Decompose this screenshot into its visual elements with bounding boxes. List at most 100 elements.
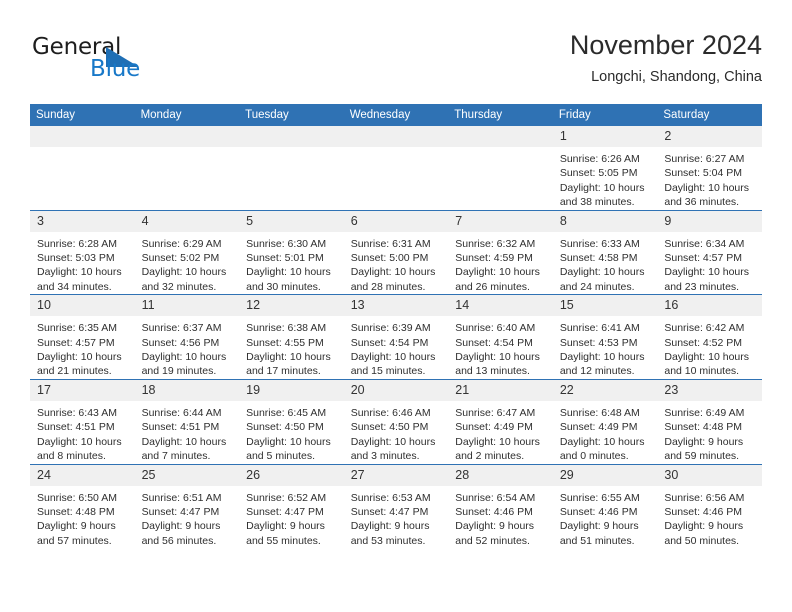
day-number: 25 (134, 464, 240, 486)
day-number: 12 (239, 295, 344, 317)
calendar-day-cell[interactable]: 29 Sunrise: 6:55 AM Sunset: 4:46 PM Dayligh… (552, 463, 658, 549)
sunset-text: Sunset: 4:49 PM (455, 421, 533, 434)
calendar-day-cell[interactable]: 26 Sunrise: 6:52 AM Sunset: 4:47 PM Dayligh… (239, 463, 344, 549)
daylight-text: Daylight: 10 hours and 28 minutes. (350, 266, 436, 293)
daylight-text: Daylight: 10 hours and 15 minutes. (350, 351, 436, 378)
calendar-day-cell[interactable]: 10 Sunrise: 6:35 AM Sunset: 4:57 PM Dayligh… (30, 294, 135, 380)
daylight-text: Daylight: 10 hours and 34 minutes. (37, 266, 122, 293)
calendar-day-cell[interactable]: 11 Sunrise: 6:37 AM Sunset: 4:56 PM Dayligh… (134, 294, 240, 380)
calendar-day-cell[interactable]: 6 Sunrise: 6:31 AM Sunset: 5:00 PM Daylight… (343, 209, 449, 295)
sunrise-text: Sunrise: 6:54 AM (455, 491, 536, 504)
calendar-day-cell[interactable]: 19 Sunrise: 6:45 AM Sunset: 4:50 PM Dayligh… (239, 378, 344, 464)
calendar-day-cell[interactable]: 21 Sunrise: 6:47 AM Sunset: 4:49 PM Dayligh… (448, 378, 553, 464)
daylight-text: Daylight: 10 hours and 8 minutes. (37, 435, 122, 463)
sunset-text: Sunset: 5:03 PM (37, 252, 115, 265)
weekday-header-monday: Monday (134, 104, 240, 126)
daylight-text: Daylight: 10 hours and 19 minutes. (141, 351, 227, 378)
calendar-day-cell[interactable]: 13 Sunrise: 6:39 AM Sunset: 4:54 PM Dayligh… (343, 294, 449, 380)
calendar-day-cell[interactable]: 15 Sunrise: 6:41 AM Sunset: 4:53 PM Dayligh… (552, 294, 658, 380)
calendar-day-cell[interactable]: 8 Sunrise: 6:33 AM Sunset: 4:58 PM Daylight… (552, 209, 658, 295)
day-number: 22 (552, 379, 658, 401)
day-details: Sunrise: 6:43 AM Sunset: 4:51 PM Daylight:… (30, 401, 135, 464)
day-details: Sunrise: 6:46 AM Sunset: 4:50 PM Daylight:… (344, 401, 449, 464)
sunrise-text: Sunrise: 6:52 AM (246, 491, 327, 504)
calendar-day-cell[interactable]: 22 Sunrise: 6:48 AM Sunset: 4:49 PM Dayligh… (552, 378, 658, 464)
day-number: 18 (134, 379, 240, 401)
calendar-day-cell[interactable]: 9 Sunrise: 6:34 AM Sunset: 4:57 PM Daylight… (657, 209, 762, 295)
sunrise-text: Sunrise: 6:35 AM (37, 322, 117, 335)
calendar-day-cell[interactable]: 1 Sunrise: 6:26 AM Sunset: 5:05 PM Daylight… (552, 126, 658, 210)
calendar-day-cell[interactable]: 25 Sunrise: 6:51 AM Sunset: 4:47 PM Dayligh… (134, 463, 240, 549)
calendar-week-row: 3 Sunrise: 6:28 AM Sunset: 5:03 PM Daylight… (30, 209, 762, 295)
sunset-text: Sunset: 4:47 PM (350, 505, 429, 518)
calendar-day-cell-empty (343, 126, 449, 210)
calendar-day-cell[interactable]: 3 Sunrise: 6:28 AM Sunset: 5:03 PM Daylight… (30, 209, 135, 295)
daylight-text: Daylight: 10 hours and 2 minutes. (455, 435, 540, 463)
day-number: 3 (30, 210, 135, 232)
sunset-text: Sunset: 5:05 PM (559, 167, 638, 180)
sunrise-text: Sunrise: 6:55 AM (559, 491, 640, 504)
weekday-header-thursday: Thursday (448, 104, 553, 126)
sunset-text: Sunset: 4:46 PM (559, 505, 638, 518)
day-number: 7 (448, 210, 553, 232)
daylight-text: Daylight: 10 hours and 24 minutes. (559, 266, 645, 293)
sunrise-text: Sunrise: 6:44 AM (141, 406, 222, 419)
sunrise-text: Sunrise: 6:26 AM (559, 153, 640, 165)
day-details: Sunrise: 6:47 AM Sunset: 4:49 PM Daylight:… (448, 401, 553, 464)
general-blue-logo[interactable]: General Blue (30, 34, 230, 86)
daylight-text: Daylight: 10 hours and 10 minutes. (664, 351, 750, 378)
day-details: Sunrise: 6:53 AM Sunset: 4:47 PM Daylight:… (344, 486, 449, 549)
calendar-day-cell[interactable]: 28 Sunrise: 6:54 AM Sunset: 4:46 PM Dayligh… (448, 463, 553, 549)
calendar-day-cell[interactable]: 5 Sunrise: 6:30 AM Sunset: 5:01 PM Daylight… (239, 209, 344, 295)
calendar-day-cell[interactable]: 16 Sunrise: 6:42 AM Sunset: 4:52 PM Dayligh… (657, 294, 762, 380)
daylight-text: Daylight: 10 hours and 5 minutes. (246, 435, 331, 463)
day-details: Sunrise: 6:45 AM Sunset: 4:50 PM Daylight:… (239, 401, 344, 464)
sunrise-text: Sunrise: 6:30 AM (246, 237, 327, 250)
daylight-text: Daylight: 9 hours and 59 minutes. (664, 435, 744, 463)
day-number: 6 (343, 210, 449, 232)
daylight-text: Daylight: 10 hours and 12 minutes. (559, 351, 645, 378)
calendar-day-cell[interactable]: 17 Sunrise: 6:43 AM Sunset: 4:51 PM Dayligh… (30, 378, 135, 464)
calendar-day-cell[interactable]: 20 Sunrise: 6:46 AM Sunset: 4:50 PM Dayligh… (343, 378, 449, 464)
sunset-text: Sunset: 4:49 PM (559, 421, 638, 434)
sunset-text: Sunset: 4:57 PM (664, 252, 743, 265)
daylight-text: Daylight: 10 hours and 30 minutes. (246, 266, 331, 293)
sunset-text: Sunset: 4:50 PM (246, 421, 324, 434)
calendar-day-cell-empty (134, 126, 240, 210)
daylight-text: Daylight: 10 hours and 3 minutes. (350, 435, 436, 463)
calendar-page: General Blue November 2024 Longchi, Shan… (0, 0, 792, 612)
day-details: Sunrise: 6:37 AM Sunset: 4:56 PM Daylight:… (135, 316, 240, 379)
sunset-text: Sunset: 4:56 PM (141, 336, 220, 349)
sunrise-text: Sunrise: 6:34 AM (664, 237, 745, 250)
day-details: Sunrise: 6:54 AM Sunset: 4:46 PM Daylight:… (448, 486, 553, 549)
sunrise-text: Sunrise: 6:53 AM (350, 491, 431, 504)
calendar-day-cell[interactable]: 12 Sunrise: 6:38 AM Sunset: 4:55 PM Dayligh… (239, 294, 344, 380)
calendar-day-cell[interactable]: 2 Sunrise: 6:27 AM Sunset: 5:04 PM Daylight… (657, 126, 762, 210)
sunset-text: Sunset: 4:48 PM (37, 505, 115, 518)
day-details: Sunrise: 6:44 AM Sunset: 4:51 PM Daylight:… (135, 401, 240, 464)
calendar-day-cell[interactable]: 27 Sunrise: 6:53 AM Sunset: 4:47 PM Dayligh… (343, 463, 449, 549)
calendar-day-cell[interactable]: 14 Sunrise: 6:40 AM Sunset: 4:54 PM Dayligh… (448, 294, 553, 380)
calendar-day-cell[interactable]: 24 Sunrise: 6:50 AM Sunset: 4:48 PM Dayligh… (30, 463, 135, 549)
sunset-text: Sunset: 4:47 PM (141, 505, 220, 518)
sunrise-text: Sunrise: 6:31 AM (350, 237, 431, 250)
day-number (134, 126, 240, 147)
sunrise-text: Sunrise: 6:29 AM (141, 237, 222, 250)
calendar-day-cell-empty (448, 126, 553, 210)
day-number: 23 (657, 379, 762, 401)
day-number: 2 (657, 126, 762, 147)
day-details: Sunrise: 6:28 AM Sunset: 5:03 PM Daylight:… (30, 232, 135, 295)
calendar-day-cell[interactable]: 4 Sunrise: 6:29 AM Sunset: 5:02 PM Daylight… (134, 209, 240, 295)
day-number: 27 (343, 464, 449, 486)
weekday-header-friday: Friday (552, 104, 658, 126)
daylight-text: Daylight: 9 hours and 52 minutes. (455, 520, 535, 547)
sunset-text: Sunset: 5:04 PM (664, 167, 743, 180)
calendar-day-cell-empty (239, 126, 344, 210)
daylight-text: Daylight: 10 hours and 23 minutes. (664, 266, 750, 293)
calendar-day-cell[interactable]: 23 Sunrise: 6:49 AM Sunset: 4:48 PM Dayligh… (657, 378, 762, 464)
sunrise-text: Sunrise: 6:43 AM (37, 406, 117, 419)
calendar-day-cell[interactable]: 30 Sunrise: 6:56 AM Sunset: 4:46 PM Dayligh… (657, 463, 762, 549)
day-number: 26 (239, 464, 344, 486)
calendar-day-cell[interactable]: 7 Sunrise: 6:32 AM Sunset: 4:59 PM Daylight… (448, 209, 553, 295)
calendar-day-cell[interactable]: 18 Sunrise: 6:44 AM Sunset: 4:51 PM Dayligh… (134, 378, 240, 464)
